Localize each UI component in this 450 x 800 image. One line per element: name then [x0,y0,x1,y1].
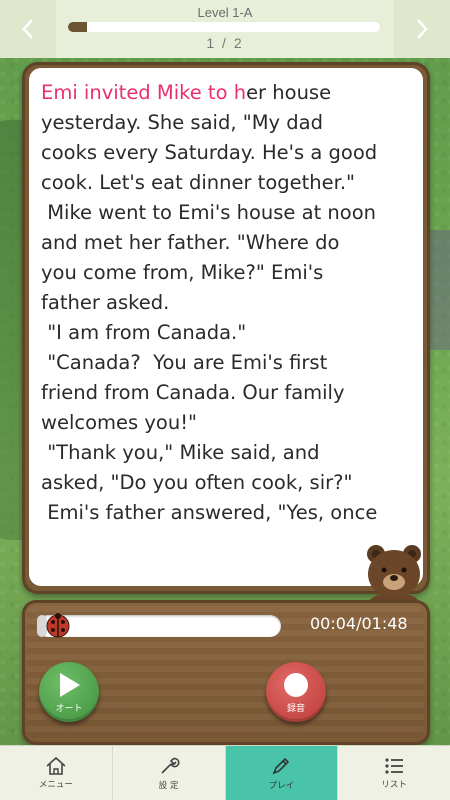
record-icon [284,672,308,697]
highlighted-text: Emi invited Mike to h [41,81,247,104]
text-line: "Thank you," Mike said, and asked, "Do y… [41,441,353,494]
ladybug-handle-icon[interactable] [45,613,71,639]
seek-bar[interactable] [37,615,281,637]
level-progress-fill [68,22,87,32]
level-progress-bar [68,22,380,32]
tab-play[interactable]: プレイ [225,746,339,800]
record-label: 録音 [286,703,305,714]
time-readout: 00:04/01:48 [310,614,408,633]
tab-menu-label: メニュー [38,780,73,790]
bottom-tab-bar: メニュー 設 定 プレイ リスト [0,745,450,800]
text-line: "Canada? You are Emi's first friend from… [41,351,345,434]
tab-menu[interactable]: メニュー [0,746,113,800]
tab-play-label: プレイ [268,781,295,791]
text-line: Mike went to Emi's house at noon and met… [41,201,376,314]
text-line: "I am from Canada." [41,321,247,344]
text-line: Emi's father answered, "Yes, once [41,501,378,524]
chevron-right-icon [417,19,428,39]
tab-list-label: リスト [381,780,407,790]
list-icon [385,758,404,774]
auto-play-label: オート [55,703,83,714]
home-icon [46,756,66,775]
page-indicator: 1 / 2 [206,35,244,51]
wrench-icon [161,757,180,774]
auto-play-button[interactable]: オート [39,662,99,722]
level-title: Level 1-A [197,5,253,20]
play-icon [60,672,80,697]
reading-text: Emi invited Mike to her house yesterday.… [29,68,423,586]
pencil-icon [272,757,290,775]
record-button[interactable]: 録音 [266,662,326,722]
tab-settings-label: 設 定 [158,781,179,791]
header-bar: Level 1-A 1 / 2 [0,0,450,58]
tab-settings[interactable]: 設 定 [113,746,226,800]
tab-list[interactable]: リスト [338,746,450,800]
next-page-button[interactable] [394,0,450,58]
